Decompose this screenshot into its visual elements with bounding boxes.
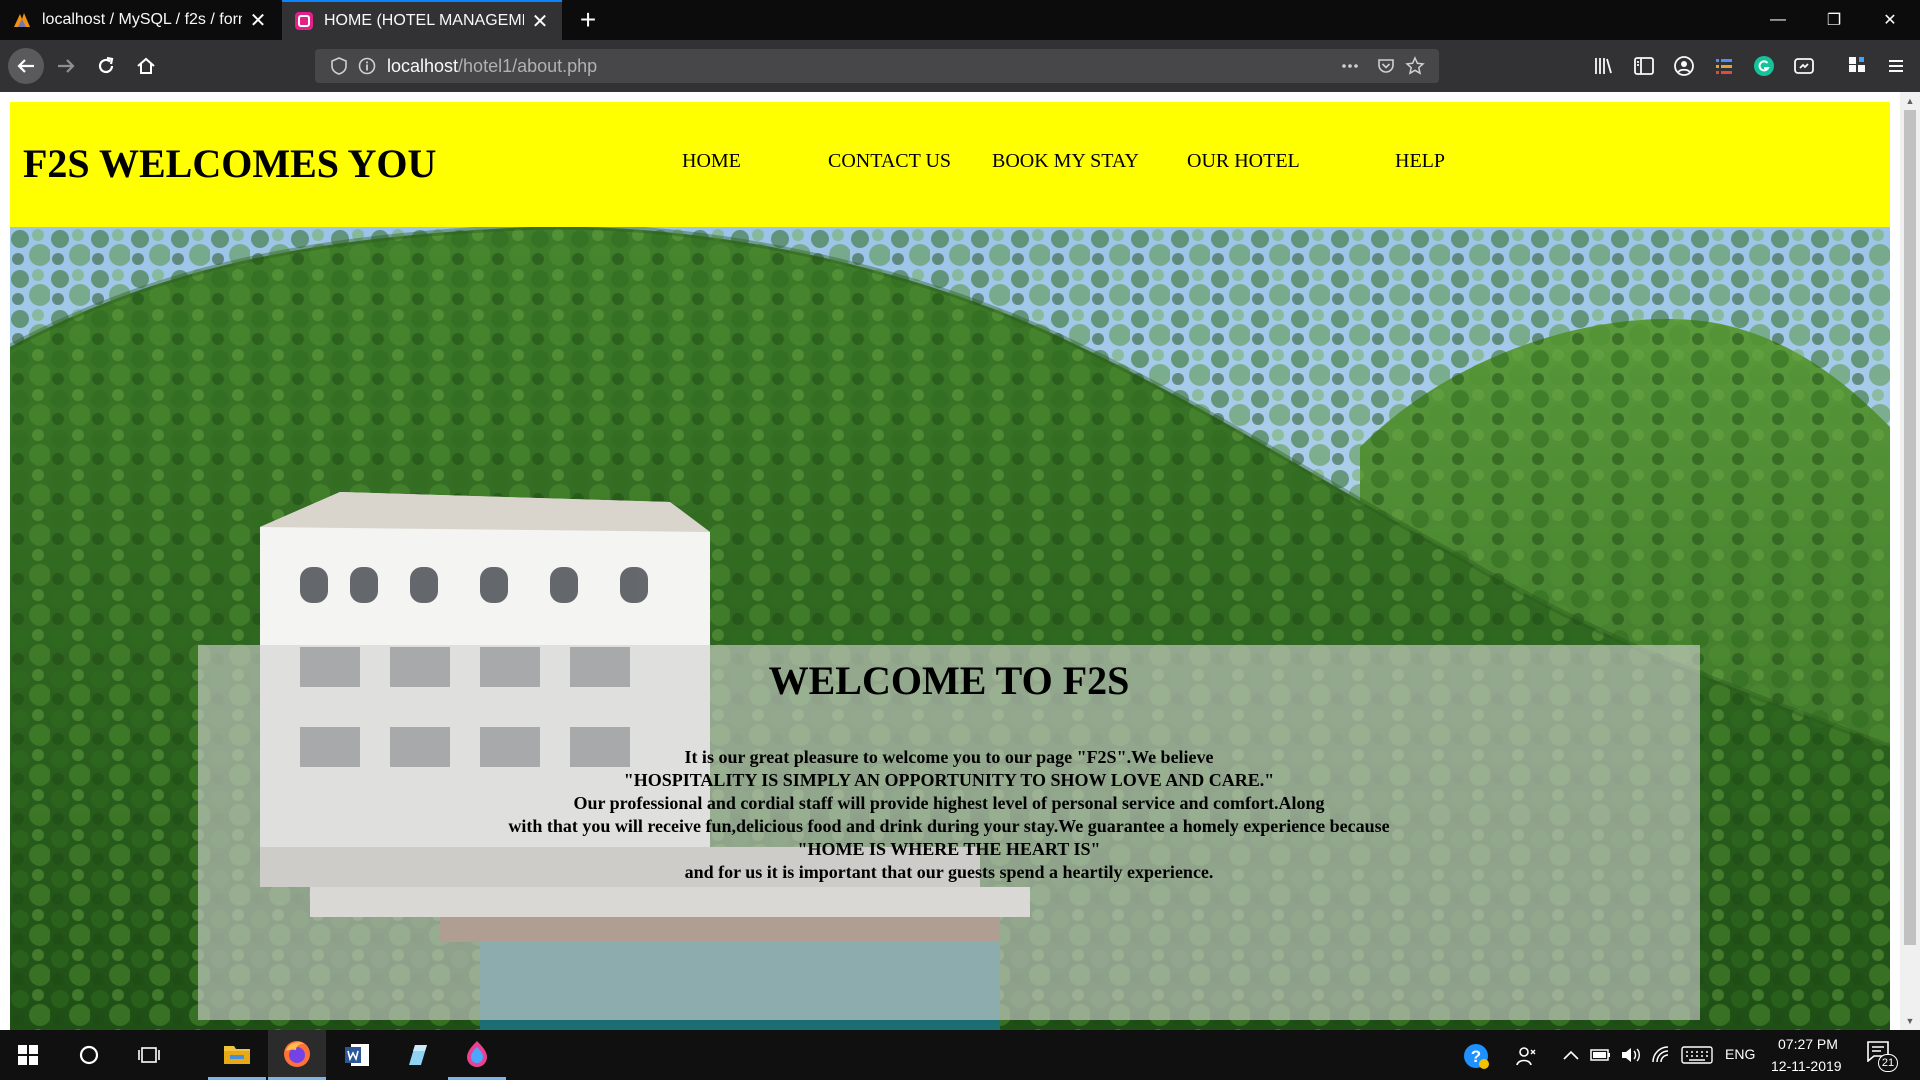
sidebar-icon[interactable]: [1632, 54, 1656, 78]
shield-icon: [331, 57, 347, 75]
site-title: F2S WELCOMES YOU: [23, 141, 437, 186]
word-button[interactable]: [328, 1030, 386, 1080]
help-icon[interactable]: ?: [1462, 1042, 1490, 1070]
chevron-up-icon[interactable]: [1562, 1047, 1580, 1063]
folder-icon: [224, 1045, 250, 1064]
close-tab-icon[interactable]: ✕: [530, 9, 550, 34]
welcome-line: "HOME IS WHERE THE HEART IS": [797, 839, 1101, 859]
phpmyadmin-icon: [14, 13, 30, 27]
welcome-panel: WELCOME TO F2S It is our great pleasure …: [198, 645, 1700, 1020]
clock-date[interactable]: 12-11-2019: [1771, 1058, 1842, 1074]
arrow-right-icon: [58, 59, 75, 73]
nav-link-help[interactable]: HELP: [1395, 150, 1445, 173]
site-header: F2S WELCOMES YOU HOME CONTACT US BOOK MY…: [10, 102, 1890, 227]
app-button[interactable]: [388, 1030, 446, 1080]
grammarly-icon[interactable]: [1752, 54, 1776, 78]
welcome-text: It is our great pleasure to welcome you …: [198, 746, 1700, 884]
welcome-line: and for us it is important that our gues…: [684, 862, 1214, 882]
tab-hotel-management[interactable]: HOME (HOTEL MANAGEMENT) ✕: [282, 0, 562, 40]
firefox-icon: [284, 1040, 310, 1067]
back-button[interactable]: [8, 48, 44, 84]
menu-hamburger-icon[interactable]: [1884, 54, 1908, 78]
action-center-button[interactable]: 21: [1866, 1040, 1902, 1072]
nav-link-contact-us[interactable]: CONTACT US: [828, 150, 951, 173]
scrollbar-thumb[interactable]: [1904, 110, 1916, 945]
home-button[interactable]: [128, 48, 164, 84]
paint-drop-icon: [467, 1040, 487, 1067]
page-viewport: F2S WELCOMES YOU HOME CONTACT US BOOK MY…: [0, 92, 1920, 1030]
screenshot-extension-icon[interactable]: [1792, 54, 1816, 78]
url-host: localhost: [387, 56, 459, 76]
language-indicator[interactable]: ENG: [1725, 1046, 1755, 1062]
windows-logo-icon: [18, 1045, 38, 1065]
tab-title: localhost / MySQL / f2s / form: [42, 11, 242, 28]
task-view-button[interactable]: [124, 1030, 174, 1080]
list-extension-icon[interactable]: [1712, 54, 1736, 78]
vertical-scrollbar[interactable]: ▲ ▼: [1900, 92, 1920, 1030]
new-tab-button[interactable]: +: [572, 4, 604, 36]
browser-tab-strip: localhost / MySQL / f2s / form ✕ HOME (H…: [0, 0, 1920, 40]
welcome-heading: WELCOME TO F2S: [768, 658, 1130, 703]
start-button[interactable]: [0, 1030, 56, 1080]
people-icon[interactable]: [1515, 1044, 1539, 1068]
tab-phpmyadmin[interactable]: localhost / MySQL / f2s / form ✕: [0, 0, 280, 40]
scroll-down-arrow-icon[interactable]: ▼: [1900, 1012, 1920, 1030]
library-icon[interactable]: [1592, 54, 1616, 78]
scroll-up-arrow-icon[interactable]: ▲: [1900, 92, 1920, 110]
reload-button[interactable]: [88, 48, 124, 84]
arrow-left-icon: [17, 59, 34, 73]
reload-icon: [98, 56, 114, 74]
minimize-button[interactable]: —: [1750, 0, 1806, 40]
browser-toolbar: localhost/hotel1/about.php: [0, 40, 1920, 92]
bookmark-star-icon[interactable]: [1405, 56, 1425, 76]
close-window-button[interactable]: ✕: [1862, 0, 1918, 40]
address-bar[interactable]: localhost/hotel1/about.php: [315, 49, 1439, 83]
cortana-circle-icon: [79, 1045, 99, 1065]
url-text: localhost/hotel1/about.php: [387, 56, 597, 77]
word-icon: [345, 1044, 369, 1066]
eraser-app-icon: [409, 1045, 427, 1065]
close-tab-icon[interactable]: ✕: [248, 8, 268, 33]
nav-link-home[interactable]: HOME: [682, 150, 741, 173]
forward-button[interactable]: [48, 48, 84, 84]
tab-title: HOME (HOTEL MANAGEMENT): [324, 12, 524, 29]
welcome-line: "HOSPITALITY IS SIMPLY AN OPPORTUNITY TO…: [623, 770, 1275, 790]
welcome-line: with that you will receive fun,delicious…: [508, 816, 1390, 836]
pocket-icon[interactable]: [1376, 56, 1396, 76]
clock-time[interactable]: 07:27 PM: [1778, 1036, 1838, 1052]
paint-3d-button[interactable]: [448, 1030, 506, 1080]
site-icon: [295, 12, 313, 30]
home-icon: [137, 57, 155, 74]
welcome-line: It is our great pleasure to welcome you …: [684, 747, 1214, 767]
battery-icon[interactable]: [1590, 1046, 1612, 1064]
restore-button[interactable]: ❐: [1806, 0, 1862, 40]
keyboard-icon[interactable]: [1681, 1045, 1713, 1065]
info-icon: [358, 57, 376, 75]
search-button[interactable]: [64, 1030, 114, 1080]
nav-link-book-my-stay[interactable]: BOOK MY STAY: [992, 150, 1139, 173]
wifi-icon[interactable]: [1650, 1045, 1672, 1065]
firefox-button[interactable]: [268, 1030, 326, 1080]
account-icon[interactable]: [1672, 54, 1696, 78]
page-actions-icon[interactable]: [1340, 56, 1360, 76]
file-explorer-button[interactable]: [208, 1030, 266, 1080]
nav-link-our-hotel[interactable]: OUR HOTEL: [1187, 150, 1300, 173]
notification-count-badge: 21: [1878, 1054, 1898, 1072]
windows-taskbar: ? ENG 07:27 PM 12-11-2019 21: [0, 1030, 1920, 1080]
extensions-icon[interactable]: [1845, 54, 1869, 78]
url-path: /hotel1/about.php: [458, 56, 598, 76]
task-view-icon: [138, 1047, 160, 1063]
welcome-line: Our professional and cordial staff will …: [573, 793, 1325, 813]
volume-icon[interactable]: [1620, 1045, 1642, 1065]
